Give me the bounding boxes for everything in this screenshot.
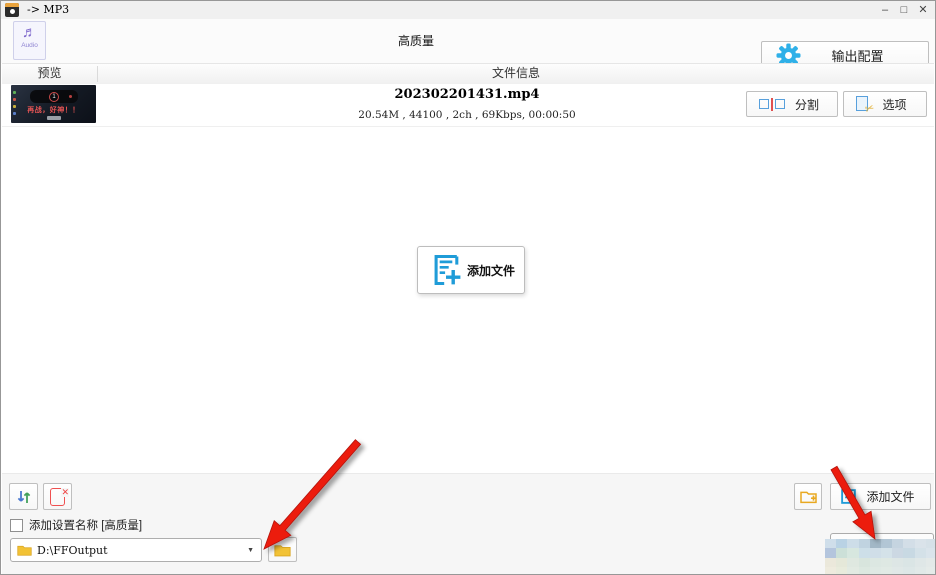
- audio-format-icon: ♬ Audio: [13, 21, 46, 60]
- add-files-bottom-label: 添加文件: [866, 490, 915, 504]
- add-files-center-label: 添加文件: [466, 263, 515, 278]
- video-thumbnail: 1 再战，好神！！: [11, 85, 96, 123]
- thumb-dot: [13, 91, 16, 94]
- split-icon: [759, 97, 785, 111]
- output-path-value: D:\FFOutput: [37, 543, 108, 557]
- thumb-reddot: [69, 95, 72, 98]
- file-table-header: 预览 文件信息: [2, 63, 934, 85]
- app-icon-hole: [9, 9, 15, 14]
- bottom-panel: ✕ 添加设置名称 [高质量] D:\FFOutput ▼ 添加文件: [2, 473, 934, 574]
- chevron-down-icon[interactable]: ▼: [247, 547, 254, 554]
- app-icon: [5, 3, 19, 17]
- add-files-bottom-button[interactable]: 添加文件: [830, 483, 931, 510]
- toolbar: ♬ Audio 高质量 输出配置: [1, 19, 935, 70]
- browse-folder-button[interactable]: [268, 537, 297, 562]
- thumb-pill: [47, 116, 61, 120]
- add-setting-name-row: 添加设置名称 [高质量]: [10, 517, 142, 533]
- output-path-combobox[interactable]: D:\FFOutput ▼: [10, 538, 262, 562]
- folder-icon: [274, 544, 291, 556]
- file-details: 20.54M , 44100 , 2ch , 69Kbps, 00:00:50: [358, 109, 576, 121]
- close-button[interactable]: ✕: [917, 2, 929, 18]
- sort-arrows-icon: [17, 490, 30, 503]
- app-icon-band: [5, 3, 19, 7]
- thumb-scoreboard: 1: [30, 90, 78, 103]
- add-file-icon: [434, 254, 461, 286]
- censor-mosaic: [825, 539, 935, 574]
- remove-file-button[interactable]: ✕: [43, 483, 72, 510]
- window-title: -> MP3: [27, 3, 70, 16]
- file-row[interactable]: 1 再战，好神！！ 202302201431.mp4 20.54M , 4410…: [2, 84, 934, 127]
- add-files-center-button[interactable]: 添加文件: [417, 246, 525, 294]
- app-window: -> MP3 – □ ✕ ♬ Audio 高质量 输出配置 预览 文件信息 1 …: [0, 0, 936, 575]
- window-controls: – □ ✕: [879, 2, 929, 18]
- folder-icon: [17, 545, 32, 556]
- add-folder-button[interactable]: [794, 483, 822, 510]
- split-button[interactable]: 分割: [746, 91, 838, 117]
- split-label: 分割: [794, 97, 819, 112]
- options-label: 选项: [882, 97, 907, 112]
- maximize-button[interactable]: □: [898, 2, 910, 18]
- title-bar: -> MP3 – □ ✕: [1, 1, 935, 19]
- column-header-file-info: 文件信息: [491, 66, 540, 80]
- add-folder-icon: [799, 491, 817, 504]
- quality-preset-label: 高质量: [397, 34, 434, 48]
- add-setting-name-checkbox[interactable]: [10, 518, 23, 532]
- audio-format-label: Audio: [21, 42, 38, 49]
- file-list-icon: [841, 489, 856, 504]
- column-header-preview: 预览: [37, 66, 62, 80]
- sort-list-button[interactable]: [9, 483, 38, 510]
- add-setting-name-label: 添加设置名称 [高质量]: [29, 520, 143, 532]
- thumb-badge: 1: [49, 92, 59, 102]
- options-button[interactable]: ✂ 选项: [843, 91, 927, 117]
- clip-options-icon: ✂: [856, 96, 876, 116]
- thumb-caption: 再战，好神！！: [27, 107, 80, 114]
- music-note-icon: ♬: [22, 24, 37, 41]
- thumb-dot: [13, 98, 16, 101]
- minimize-button[interactable]: –: [879, 2, 891, 18]
- file-name: 202302201431.mp4: [394, 87, 540, 102]
- remove-file-icon: ✕: [50, 487, 69, 506]
